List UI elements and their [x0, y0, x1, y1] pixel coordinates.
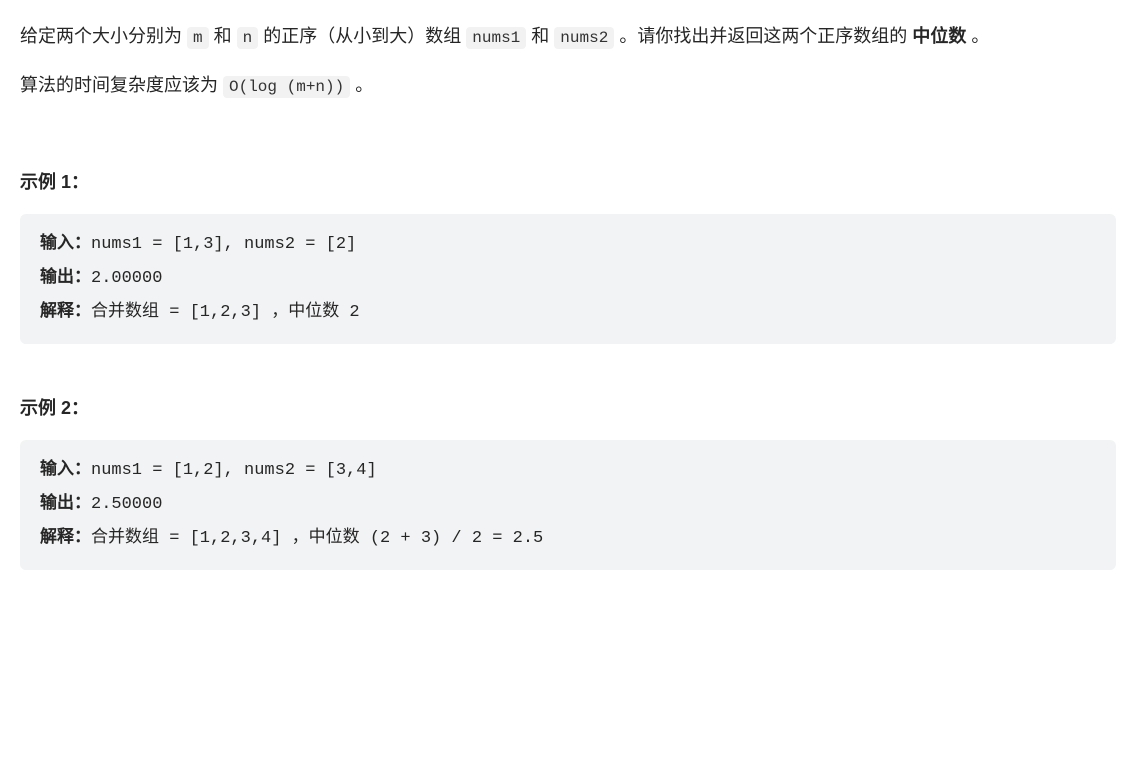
explain-value: 合并数组 = [1,2,3,4] ，中位数 (2 + 3) / 2 = 2.5	[91, 529, 543, 548]
problem-description: 给定两个大小分别为 m 和 n 的正序（从小到大）数组 nums1 和 nums…	[20, 20, 1116, 570]
code-m: m	[187, 27, 209, 49]
code-complexity: O(log (m+n))	[223, 76, 350, 98]
example-2-block: 输入：nums1 = [1,2], nums2 = [3,4] 输出：2.500…	[20, 440, 1116, 570]
text: 。	[350, 75, 373, 95]
output-value: 2.50000	[91, 495, 162, 514]
text: 。	[966, 26, 989, 46]
input-value: nums1 = [1,2], nums2 = [3,4]	[91, 461, 377, 480]
output-value: 2.00000	[91, 269, 162, 288]
example-1-block: 输入：nums1 = [1,3], nums2 = [2] 输出：2.00000…	[20, 214, 1116, 344]
text: 。请你找出并返回这两个正序数组的	[614, 26, 912, 46]
code-nums2: nums2	[554, 27, 614, 49]
example-1-heading: 示例 1：	[20, 166, 1116, 198]
bold-median: 中位数	[912, 26, 966, 46]
text: 给定两个大小分别为	[20, 26, 187, 46]
input-label: 输入：	[40, 235, 91, 254]
input-value: nums1 = [1,3], nums2 = [2]	[91, 235, 356, 254]
explain-label: 解释：	[40, 303, 91, 322]
paragraph-1: 给定两个大小分别为 m 和 n 的正序（从小到大）数组 nums1 和 nums…	[20, 20, 1116, 53]
text: 算法的时间复杂度应该为	[20, 75, 223, 95]
code-n: n	[237, 27, 259, 49]
text: 和	[526, 26, 554, 46]
example-2-heading: 示例 2：	[20, 392, 1116, 424]
explain-label: 解释：	[40, 529, 91, 548]
output-label: 输出：	[40, 495, 91, 514]
code-nums1: nums1	[466, 27, 526, 49]
explain-value: 合并数组 = [1,2,3] ，中位数 2	[91, 303, 360, 322]
input-label: 输入：	[40, 461, 91, 480]
output-label: 输出：	[40, 269, 91, 288]
text: 和	[209, 26, 237, 46]
text: 的正序（从小到大）数组	[258, 26, 466, 46]
paragraph-2: 算法的时间复杂度应该为 O(log (m+n)) 。	[20, 69, 1116, 102]
